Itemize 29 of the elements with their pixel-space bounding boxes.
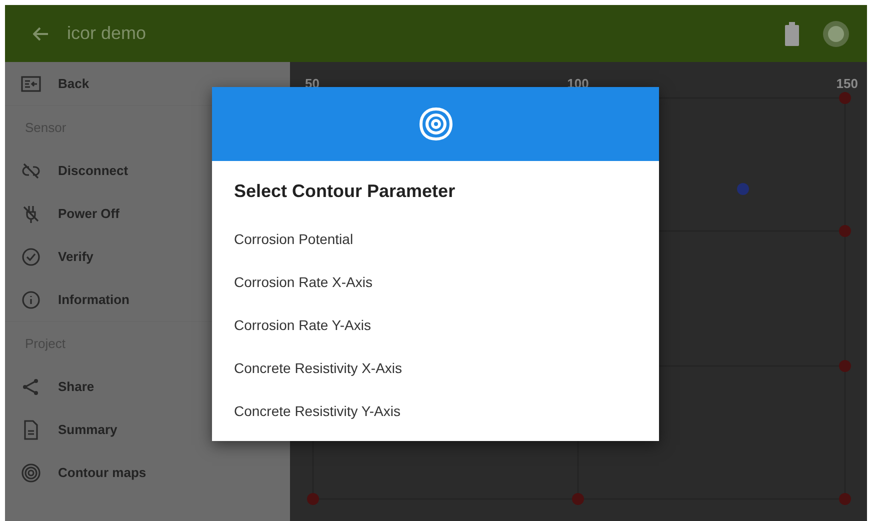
battery-icon [785, 22, 799, 46]
status-light-icon [823, 20, 849, 46]
grid-point [839, 360, 851, 372]
dialog-option[interactable]: Concrete Resistivity X-Axis [212, 347, 659, 390]
grid-point [839, 493, 851, 505]
back-arrow-icon[interactable] [33, 26, 49, 40]
nav-item[interactable]: Back [5, 62, 290, 105]
dialog-option[interactable]: Corrosion Rate X-Axis [212, 261, 659, 304]
grid-point [307, 493, 319, 505]
dialog-option[interactable]: Corrosion Rate Y-Axis [212, 304, 659, 347]
dialog-option[interactable]: Concrete Resistivity Y-Axis [212, 390, 659, 433]
grid-point [839, 92, 851, 104]
exit-icon [21, 74, 41, 94]
contour-icon [418, 107, 452, 141]
check-circle-icon [21, 246, 41, 266]
axis-label: 150 [836, 76, 858, 91]
power-off-icon [21, 204, 41, 224]
document-icon [21, 420, 41, 440]
measurement-point [737, 183, 749, 195]
app-title: icor demo [67, 22, 146, 45]
dialog-option[interactable]: Corrosion Potential [212, 218, 659, 261]
link-off-icon [21, 160, 41, 180]
info-icon [21, 290, 41, 310]
dialog-title: Select Contour Parameter [234, 180, 456, 203]
share-icon [21, 376, 41, 396]
nav-item[interactable]: Contour maps [5, 451, 290, 494]
grid-point [839, 225, 851, 237]
contour-icon [21, 462, 41, 482]
grid-point [572, 493, 584, 505]
